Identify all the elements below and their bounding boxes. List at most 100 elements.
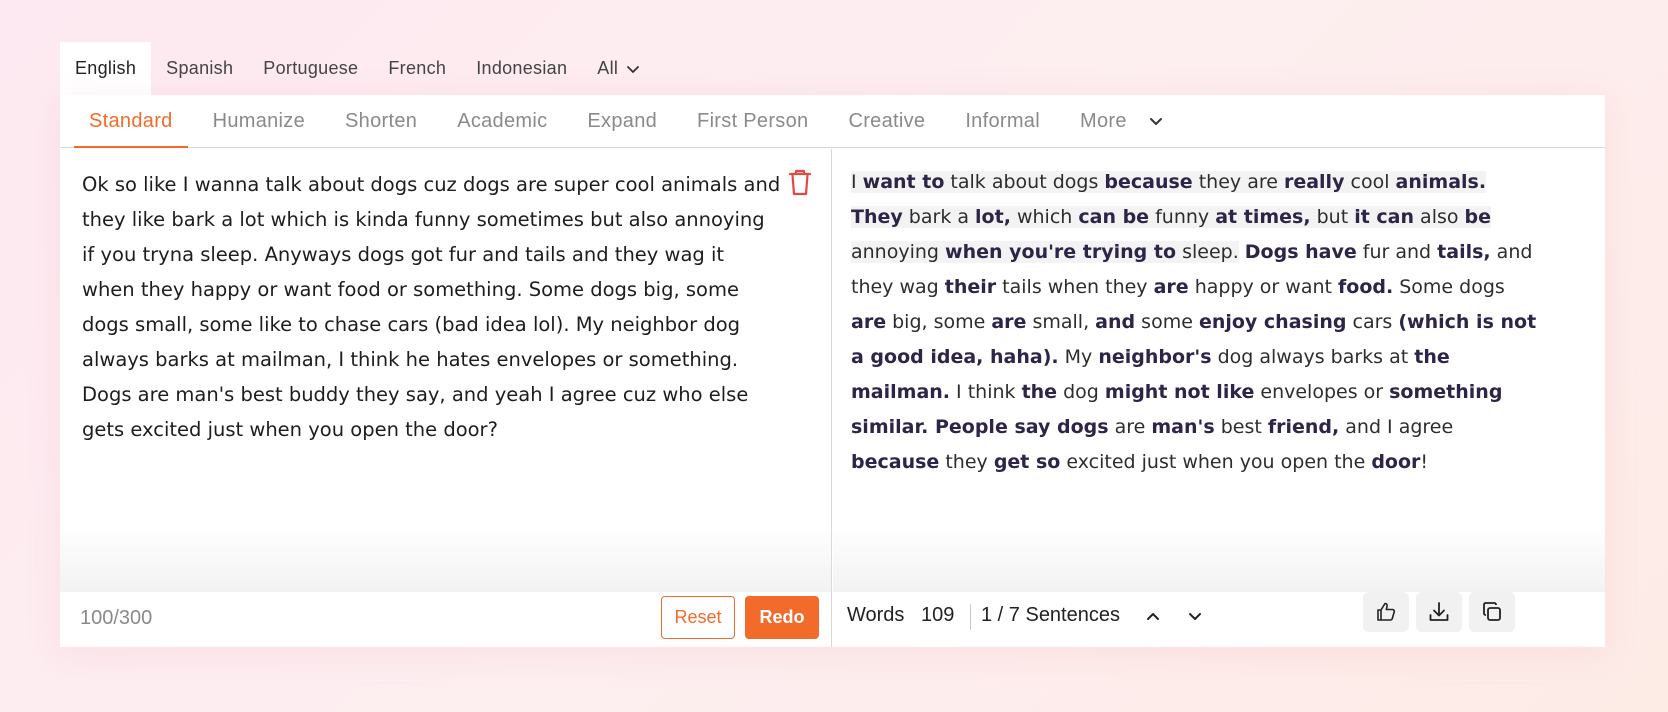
reset-button[interactable]: Reset: [661, 596, 735, 639]
redo-button[interactable]: Redo: [745, 596, 819, 639]
language-tabs: English Spanish Portuguese French Indone…: [60, 42, 655, 95]
changed-phrase[interactable]: it can: [1354, 206, 1415, 228]
input-footer: 100/300 Reset Redo: [60, 592, 832, 647]
footer-divider: [970, 604, 971, 630]
chevron-down-icon[interactable]: [1183, 604, 1207, 628]
changed-phrase[interactable]: are: [851, 311, 886, 333]
download-button[interactable]: [1416, 592, 1462, 632]
changed-phrase[interactable]: when you're trying to: [945, 241, 1177, 263]
more-modes-dropdown[interactable]: [1142, 95, 1170, 147]
unchanged-phrase: envelopes or: [1254, 381, 1390, 403]
unchanged-phrase: funny: [1149, 206, 1216, 228]
lang-tab-indonesian[interactable]: Indonesian: [461, 42, 582, 95]
mode-tab-label: Informal: [965, 109, 1040, 132]
changed-phrase[interactable]: want to: [862, 171, 945, 193]
lang-tab-portuguese[interactable]: Portuguese: [248, 42, 373, 95]
lang-tab-label: French: [388, 58, 447, 78]
unchanged-phrase: dog: [1057, 381, 1105, 403]
mode-tab-label: Shorten: [345, 109, 418, 132]
words-label: Words: [847, 604, 905, 626]
mode-tab-informal[interactable]: Informal: [950, 95, 1055, 147]
changed-phrase[interactable]: friend,: [1268, 416, 1339, 438]
changed-phrase[interactable]: their: [945, 276, 996, 298]
changed-phrase[interactable]: because: [851, 451, 939, 473]
changed-phrase[interactable]: are: [991, 311, 1026, 333]
changed-phrase[interactable]: man's: [1151, 416, 1214, 438]
editor-panel: Standard Humanize Shorten Academic Expan…: [60, 95, 1605, 647]
lang-tab-all[interactable]: All: [582, 42, 655, 95]
mode-tab-standard[interactable]: Standard: [74, 95, 188, 148]
mode-tab-more[interactable]: More: [1065, 95, 1142, 147]
unchanged-phrase: but: [1310, 206, 1355, 228]
unchanged-phrase: !: [1420, 451, 1429, 473]
mode-tab-label: First Person: [697, 109, 809, 132]
trash-icon[interactable]: [787, 167, 813, 197]
changed-phrase[interactable]: really: [1283, 171, 1345, 193]
chevron-up-icon[interactable]: [1141, 604, 1165, 628]
output-pane: I want to talk about dogs because they a…: [833, 149, 1605, 647]
chevron-down-icon: [1149, 118, 1162, 125]
changed-phrase[interactable]: enjoy chasing: [1199, 311, 1347, 333]
mode-tab-academic[interactable]: Academic: [442, 95, 562, 147]
thumbs-up-button[interactable]: [1363, 592, 1409, 632]
changed-phrase[interactable]: be: [1464, 206, 1492, 228]
mode-tab-humanize[interactable]: Humanize: [198, 95, 320, 147]
output-text[interactable]: I want to talk about dogs because they a…: [851, 165, 1541, 480]
sentence-counter: 1 / 7 Sentences: [981, 604, 1120, 626]
mode-tabs: Standard Humanize Shorten Academic Expan…: [60, 95, 1605, 148]
unchanged-phrase: Some dogs: [1393, 276, 1505, 298]
unchanged-phrase: cars: [1346, 311, 1399, 333]
changed-phrase[interactable]: tails,: [1437, 241, 1490, 263]
unchanged-phrase: which: [1010, 206, 1079, 228]
changed-phrase[interactable]: are: [1154, 276, 1189, 298]
changed-phrase[interactable]: might not like: [1105, 381, 1254, 403]
changed-phrase[interactable]: can be: [1078, 206, 1150, 228]
unchanged-phrase: big, some: [886, 311, 992, 333]
unchanged-phrase: some: [1135, 311, 1199, 333]
lang-tab-label: All: [597, 58, 619, 78]
words-count: 109: [921, 604, 955, 626]
changed-phrase[interactable]: lot,: [975, 206, 1011, 228]
changed-phrase[interactable]: Dogs have: [1245, 241, 1357, 263]
lang-tab-spanish[interactable]: Spanish: [151, 42, 248, 95]
changed-phrase[interactable]: and: [1095, 311, 1135, 333]
character-counter: 100/300: [80, 607, 153, 629]
unchanged-phrase: sleep.: [1176, 241, 1239, 263]
unchanged-phrase: small,: [1026, 311, 1096, 333]
input-textarea[interactable]: Ok so like I wanna talk about dogs cuz d…: [82, 167, 782, 447]
changed-phrase[interactable]: get so: [994, 451, 1061, 473]
mode-tab-shorten[interactable]: Shorten: [330, 95, 432, 147]
unchanged-phrase: and I agree: [1339, 416, 1454, 438]
mode-tab-label: Creative: [848, 109, 926, 132]
unchanged-phrase: they: [939, 451, 994, 473]
mode-tab-label: Academic: [457, 109, 548, 132]
download-icon: [1429, 602, 1449, 621]
lang-tab-english[interactable]: English: [60, 42, 152, 95]
unchanged-phrase: happy or want: [1188, 276, 1338, 298]
input-fade-overlay: [60, 524, 831, 592]
lang-tab-label: Portuguese: [263, 58, 359, 78]
lang-tab-french[interactable]: French: [373, 42, 461, 95]
mode-tab-creative[interactable]: Creative: [833, 95, 940, 147]
copy-button[interactable]: [1469, 592, 1515, 632]
changed-phrase[interactable]: because: [1104, 171, 1193, 193]
mode-tab-label: Standard: [89, 109, 173, 132]
unchanged-phrase: I think: [950, 381, 1022, 403]
changed-phrase[interactable]: at times,: [1215, 206, 1311, 228]
changed-phrase[interactable]: food.: [1338, 276, 1393, 298]
unchanged-phrase: best: [1214, 416, 1268, 438]
mode-tab-label: Expand: [587, 109, 658, 132]
lang-tab-label: English: [75, 58, 137, 78]
changed-phrase[interactable]: the: [1022, 381, 1058, 403]
unchanged-phrase: annoying: [851, 241, 946, 263]
lang-tab-label: Spanish: [166, 58, 234, 78]
mode-tab-expand[interactable]: Expand: [572, 95, 672, 147]
mode-tab-label: Humanize: [212, 109, 306, 132]
chevron-down-icon: [627, 65, 640, 73]
mode-tab-label: More: [1079, 109, 1127, 132]
unchanged-phrase: cool: [1344, 171, 1396, 193]
changed-phrase[interactable]: neighbor's: [1098, 346, 1211, 368]
mode-tab-first-person[interactable]: First Person: [682, 95, 823, 147]
copy-icon: [1483, 602, 1501, 621]
changed-phrase[interactable]: door: [1371, 451, 1420, 473]
